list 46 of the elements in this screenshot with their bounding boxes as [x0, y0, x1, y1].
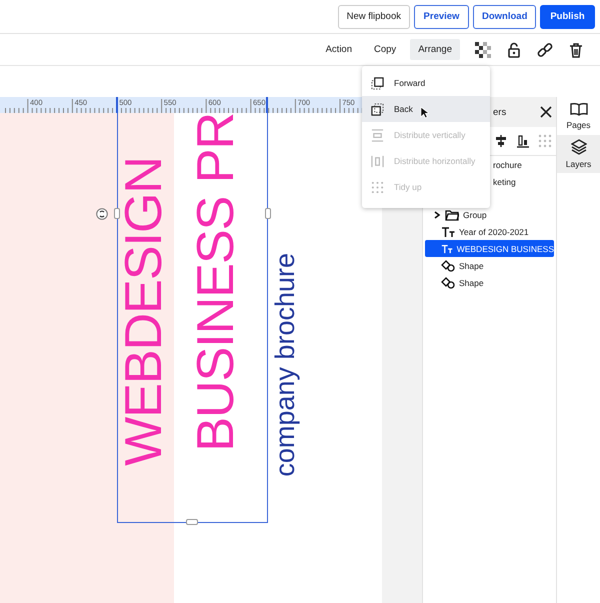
trash-icon[interactable] — [568, 42, 584, 58]
menu-item[interactable]: Back — [362, 96, 490, 122]
subtitle-text: company brochure — [272, 253, 299, 477]
close-icon[interactable] — [540, 106, 552, 118]
chevron-icon[interactable] — [433, 210, 441, 218]
align-center-icon[interactable] — [494, 134, 508, 148]
toolbar-button[interactable]: Arrange — [410, 39, 460, 60]
layer-item[interactable]: WEBDESIGN BUSINESS — [425, 240, 554, 257]
shapes-icon — [441, 276, 455, 288]
rotate-handle-icon[interactable] — [96, 208, 108, 220]
header-button[interactable]: Download — [473, 4, 536, 28]
resize-handle[interactable] — [186, 519, 198, 525]
layers-icon — [570, 139, 586, 155]
shapes-icon — [441, 260, 455, 272]
tidy-icon — [371, 180, 384, 194]
dist-h-icon — [371, 154, 384, 168]
link-icon[interactable] — [537, 42, 553, 58]
dist-v-icon — [371, 128, 384, 142]
forward-icon — [371, 76, 384, 90]
layer-name: rochure — [493, 160, 522, 170]
text-type-icon — [441, 226, 455, 238]
book-icon — [570, 102, 588, 116]
header-button[interactable]: New flipbook — [338, 4, 410, 28]
align-bottom-icon[interactable] — [516, 134, 530, 148]
layer-name: keting — [493, 176, 516, 186]
resize-handle[interactable] — [265, 208, 271, 219]
side-tab[interactable]: Layers — [557, 135, 600, 173]
layer-item[interactable]: Shape — [425, 257, 554, 274]
toolbar-button[interactable]: Action — [318, 39, 360, 60]
text-type-icon — [441, 242, 453, 254]
menu-item[interactable]: Forward — [362, 70, 490, 96]
unlock-icon[interactable] — [506, 42, 522, 58]
transparency-icon[interactable] — [475, 42, 491, 58]
layer-item[interactable]: Year of 2020-2021 — [425, 223, 554, 240]
folder-icon — [445, 208, 459, 220]
panel-title: ers — [493, 106, 506, 118]
toolbar-button[interactable]: Copy — [366, 39, 404, 60]
layer-item[interactable]: Shape — [425, 274, 554, 291]
cursor-icon — [420, 106, 429, 119]
back-icon — [371, 102, 384, 116]
resize-handle[interactable] — [114, 208, 120, 219]
title-text: WEBDESIGN — [118, 157, 170, 466]
title-text: BUSINESS PR — [190, 113, 242, 452]
header-button[interactable]: Preview — [414, 4, 469, 28]
layer-item[interactable]: Group — [425, 206, 554, 223]
publish-button[interactable]: Publish — [540, 4, 595, 28]
